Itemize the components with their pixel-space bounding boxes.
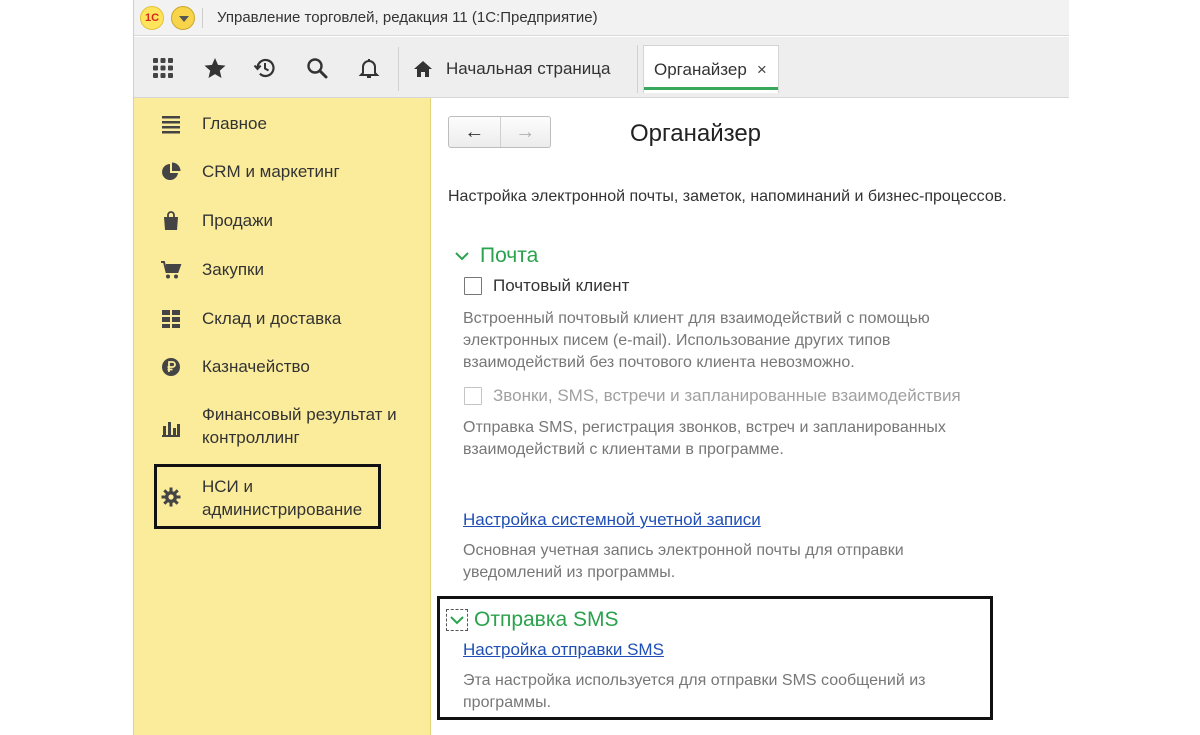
navigation-buttons: ← → [448,116,551,148]
calls-sms-label: Звонки, SMS, встречи и запланированные в… [493,386,961,405]
warehouse-grid-icon [160,308,182,330]
calls-sms-checkbox [464,387,482,405]
title-separator [202,8,203,28]
highlight-frame-admin [154,464,381,529]
chevron-down-icon [452,246,472,266]
sidebar-item-label-line2: контроллинг [202,428,300,447]
history-icon[interactable] [252,55,278,81]
sidebar-item-label: Склад и доставка [202,309,342,328]
active-tab-underline [644,87,778,90]
tab-organizer[interactable]: Органайзер × [643,45,779,93]
sidebar-item-warehouse[interactable]: Склад и доставка [134,308,431,332]
shopping-bag-icon [160,210,182,232]
highlight-frame-sms [437,596,993,720]
sidebar-item-main[interactable]: Главное [134,113,431,137]
apps-grid-icon[interactable] [150,55,176,81]
toolbar-separator [398,47,399,91]
mail-client-note-line3: взаимодействий без почтового клиента нев… [463,354,855,371]
close-tab-icon[interactable]: × [757,60,767,80]
system-account-settings-link[interactable]: Настройка системной учетной записи [463,510,761,530]
tab-home[interactable]: Начальная страница [404,45,638,93]
search-icon[interactable] [304,55,330,81]
tab-home-label: Начальная страница [446,59,611,78]
mail-client-option[interactable]: Почтовый клиент [464,276,629,296]
bell-icon[interactable] [356,55,382,81]
calls-sms-note-line2: взаимодействий с клиентами в программе. [463,441,784,458]
sidebar-item-purchases[interactable]: Закупки [134,259,431,283]
sidebar-item-label: Продажи [202,211,273,230]
page-title: Органайзер [630,120,762,147]
calls-sms-option: Звонки, SMS, встречи и запланированные в… [464,386,961,406]
group-mail-header[interactable]: Почта [452,244,538,268]
system-account-note-line1: Основная учетная запись электронной почт… [463,542,904,559]
mail-client-note-line2: электронных писем (e-mail). Использовани… [463,332,891,349]
calls-sms-note-line1: Отправка SMS, регистрация звонков, встре… [463,419,946,436]
title-bar: 1С Управление торговлей, редакция 11 (1С… [134,0,1069,36]
system-account-note-line2: уведомлений из программы. [463,564,676,581]
sidebar-item-treasury[interactable]: Казначейство [134,356,431,380]
back-button[interactable]: ← [449,117,500,147]
sidebar-item-sales[interactable]: Продажи [134,210,431,234]
sidebar-item-label: Главное [202,114,267,133]
main-menu-button[interactable] [171,6,195,30]
1c-logo-icon: 1С [140,6,164,30]
home-icon [412,58,434,80]
menu-lines-icon [160,113,182,135]
sidebar-item-label: Финансовый результат и [202,405,397,424]
sidebar-item-label: CRM и маркетинг [202,162,340,181]
group-mail-title: Почта [480,244,539,267]
page-description: Настройка электронной почты, заметок, на… [448,188,1007,205]
main-content: ← → Органайзер Настройка электронной поч… [432,98,1069,735]
sidebar-item-label: Казначейство [202,357,310,376]
tab-organizer-label: Органайзер [654,59,747,79]
mail-client-checkbox[interactable] [464,277,482,295]
cart-icon [160,259,182,281]
ruble-coin-icon [160,356,182,378]
sidebar-item-crm[interactable]: CRM и маркетинг [134,161,431,185]
application-window: 1С Управление торговлей, редакция 11 (1С… [133,0,1069,735]
pie-chart-icon [160,161,182,183]
forward-button[interactable]: → [499,117,551,147]
window-title: Управление торговлей, редакция 11 (1С:Пр… [217,9,598,26]
mail-client-label: Почтовый клиент [493,276,630,295]
sidebar-item-label: Закупки [202,260,264,279]
sidebar-item-finance[interactable]: Финансовый результат и контроллинг [134,404,431,452]
star-icon[interactable] [202,55,228,81]
top-toolbar: Начальная страница Органайзер × [134,37,1069,98]
bar-chart-icon [160,416,182,438]
sections-sidebar: Главное CRM и маркетинг Продажи Закупки … [134,98,431,735]
mail-client-note-line1: Встроенный почтовый клиент для взаимодей… [463,310,930,327]
